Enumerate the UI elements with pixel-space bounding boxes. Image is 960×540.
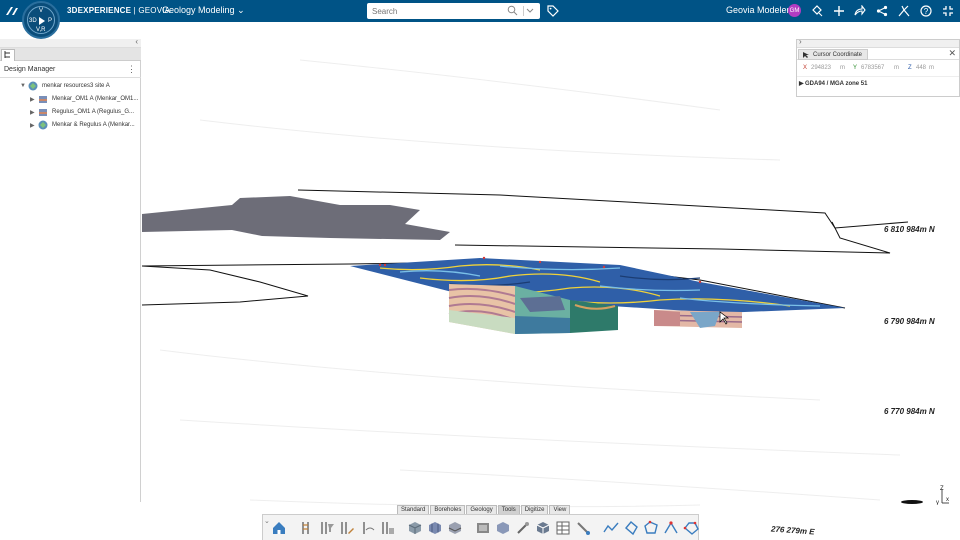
geology-model-icon [39, 109, 47, 116]
northing-label-1: 6 810 984m N [884, 225, 935, 234]
panel-tabs [0, 48, 141, 61]
close-icon[interactable]: ✕ [948, 48, 956, 59]
coordinate-readout: X 294823 m Y 6783567 m Z 448 m [797, 60, 959, 76]
model-group-icon [28, 81, 38, 91]
tab-cursor-coordinate[interactable]: Cursor Coordinate [798, 49, 868, 60]
volume-icon[interactable] [495, 519, 511, 537]
tree-icon [4, 51, 10, 58]
z-label: Z [908, 65, 912, 71]
z-unit: m [929, 65, 934, 71]
tree-node-label: Menkar & Regulus A (Menkar... [52, 122, 135, 128]
panel-collapse-bar[interactable]: ‹ [0, 37, 141, 48]
tenement-boundary-east[interactable] [454, 221, 891, 254]
collapse-right-icon[interactable]: › [799, 37, 802, 46]
cube-icon[interactable] [535, 519, 551, 537]
panel-header: Design Manager ⋮ [0, 61, 141, 78]
northing-label-3: 6 770 984m N [884, 407, 935, 416]
expand-arrow-icon[interactable]: ▶ [30, 96, 38, 103]
x-label: X [803, 65, 808, 71]
combined-model-icon [38, 120, 48, 130]
compass-label-left: 3D [29, 18, 37, 24]
expand-arrow-icon[interactable]: ▶ [30, 109, 38, 116]
x-value: 294823 [811, 65, 832, 71]
cursor-coordinate-panel: › Cursor Coordinate ✕ X 294823 m Y 67835… [796, 37, 960, 97]
compass-dial[interactable]: V 3D P V,R [27, 6, 55, 34]
polygon-icon[interactable] [623, 519, 639, 537]
action-bar: ⌄ [262, 514, 699, 540]
design-manager-panel: ‹ Design Manager ⋮ ▼ menkar resources3 s… [0, 37, 141, 502]
tree-node-root[interactable]: ▼ menkar resources3 site A [20, 80, 110, 92]
coordinate-panel-header: Cursor Coordinate ✕ [797, 48, 959, 60]
probe-icon[interactable] [515, 519, 531, 537]
grid-model-icon[interactable] [447, 519, 463, 537]
collapse-left-icon[interactable]: ‹ [135, 37, 138, 46]
shape-icon[interactable] [643, 519, 659, 537]
expand-arrow-icon[interactable]: ▶ [30, 122, 38, 129]
section-icon[interactable] [475, 519, 491, 537]
expand-arrow-icon[interactable]: ▶ [799, 80, 804, 87]
borehole-filter-icon[interactable] [319, 519, 335, 537]
tree-node-menkar[interactable]: ▶ Menkar_OM1 A (Menkar_OM1... [30, 93, 138, 105]
y-unit: m [894, 65, 899, 71]
borehole-log-icon[interactable] [379, 519, 395, 537]
compass-label-bottom: V,R [36, 27, 46, 33]
axis-triad-icon[interactable]: Z y x [930, 485, 950, 505]
table-icon[interactable] [555, 519, 571, 537]
chevron-down-icon[interactable]: ⌄ [264, 517, 270, 525]
cursor-icon [803, 51, 809, 58]
compass-label-top: V [39, 8, 44, 14]
tree-node-label: menkar resources3 site A [42, 83, 110, 89]
polyline-icon[interactable] [603, 519, 619, 537]
tree-node-label: Menkar_OM1 A (Menkar_OM1... [52, 96, 139, 102]
borehole-edit-icon[interactable] [339, 519, 355, 537]
tree-node-label: Regulus_OM1 A (Regulus_G... [52, 109, 135, 115]
panel-title: Design Manager [4, 66, 56, 73]
crs-label: GDA94 / MGA zone 51 [805, 81, 868, 87]
tree-node-regulus[interactable]: ▶ Regulus_OM1 A (Regulus_G... [30, 106, 134, 118]
geology-model-icon [39, 96, 47, 103]
expand-arrow-icon[interactable]: ▼ [20, 83, 28, 89]
scale-marker [901, 500, 923, 504]
tab-tree[interactable] [1, 49, 15, 61]
crs-row[interactable]: ▶ GDA94 / MGA zone 51 [797, 76, 959, 90]
vertex-edit-icon[interactable] [663, 519, 679, 537]
block-model-icon[interactable] [427, 519, 443, 537]
y-label: Y [853, 65, 858, 71]
northing-label-2: 6 790 984m N [884, 317, 935, 326]
play-icon[interactable] [38, 17, 46, 25]
triad-x-label: x [946, 497, 949, 503]
closed-polygon-icon[interactable] [683, 519, 699, 537]
panel-collapse-bar[interactable]: › [797, 37, 959, 48]
solid-model-icon[interactable] [407, 519, 423, 537]
home-icon[interactable] [271, 519, 287, 537]
triad-y-label: y [936, 500, 939, 505]
more-options-icon[interactable]: ⋮ [127, 64, 136, 75]
borehole-trace-icon[interactable] [359, 519, 375, 537]
triad-z-label: Z [940, 486, 944, 492]
borehole-icon[interactable] [299, 519, 315, 537]
z-value: 448 [916, 65, 927, 71]
panel-title: Cursor Coordinate [813, 51, 863, 58]
y-value: 6783567 [861, 65, 885, 71]
tenement-boundary-west[interactable] [141, 265, 309, 306]
pick-icon[interactable] [575, 519, 591, 537]
tree-node-combined[interactable]: ▶ Menkar & Regulus A (Menkar... [30, 119, 135, 131]
x-unit: m [840, 65, 845, 71]
lake-polygon[interactable] [142, 196, 450, 240]
compass-label-right: P [47, 18, 52, 24]
block-model-regulus[interactable] [653, 310, 743, 328]
compass-widget[interactable]: V 3D P V,R [22, 1, 60, 39]
